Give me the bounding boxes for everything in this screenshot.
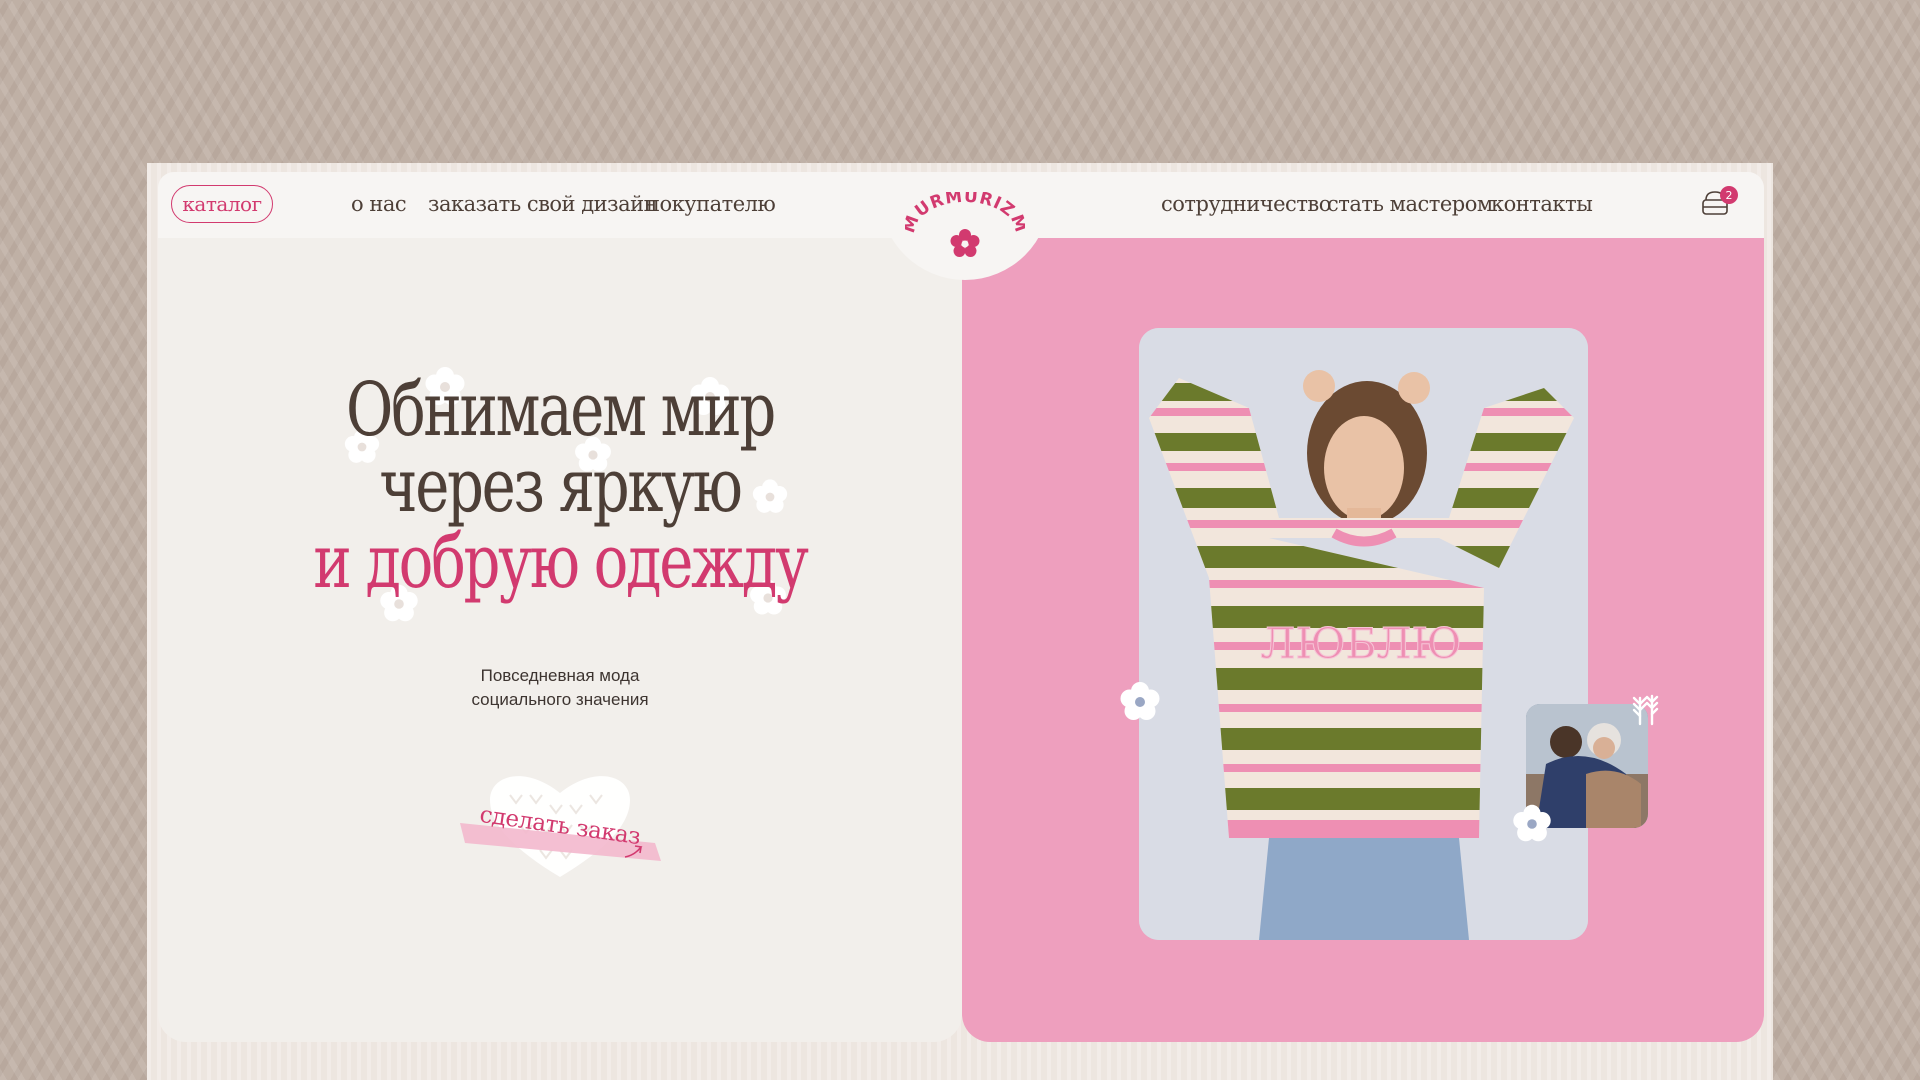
logo-flower-icon (950, 229, 980, 257)
order-button[interactable]: сделать заказ (455, 765, 665, 885)
nav-become-master[interactable]: стать мастером (1327, 192, 1493, 216)
subtitle-line-1: Повседневная мода (480, 666, 640, 685)
hero-line-3: и добрую одежду (313, 519, 809, 605)
hero-line-2: через яркую (379, 443, 743, 529)
sweater-text: ЛЮБЛЮ (1260, 619, 1461, 668)
nav-contacts[interactable]: контакты (1491, 192, 1593, 216)
flower-icon (1120, 682, 1160, 720)
wheat-icon (1632, 694, 1659, 726)
hero-headline: Обнимаем мир через яркую и добрую одежду (158, 372, 962, 600)
flower-icon (1513, 804, 1551, 842)
catalog-button[interactable]: каталог (171, 185, 273, 223)
cart-count-badge: 2 (1720, 186, 1738, 204)
nav-for-buyers[interactable]: покупателю (646, 192, 776, 216)
subtitle-line-2: социального значения (471, 690, 649, 709)
cart-button[interactable]: 2 (1700, 186, 1738, 222)
nav-about[interactable]: о нас (351, 192, 407, 216)
logo-graphic: MURMURIZM (899, 187, 1030, 257)
site-logo[interactable]: MURMURIZM (899, 187, 1030, 264)
sweater-model-image: ЛЮБЛЮ (1139, 328, 1588, 940)
hero-photo: ЛЮБЛЮ (1139, 328, 1588, 940)
hero-left-panel (158, 236, 962, 1042)
nav-cooperation[interactable]: сотрудничество (1161, 192, 1331, 216)
hero-subtitle: Повседневная мода социального значения (158, 664, 962, 712)
hero-line-1: Обнимаем мир (346, 367, 776, 453)
nav-custom-design[interactable]: заказать свой дизайн (428, 192, 658, 216)
